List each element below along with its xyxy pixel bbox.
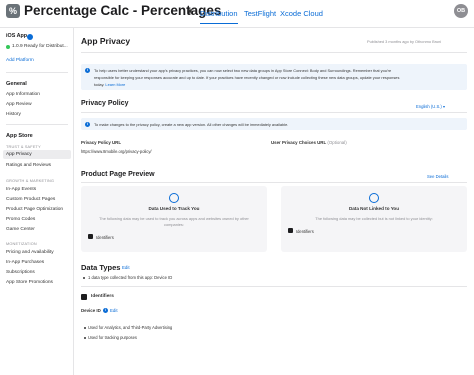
sidebar-caption-growth: GROWTH & MARKETING — [6, 179, 55, 183]
sidebar-item-custom-product-pages[interactable]: Custom Product Pages — [6, 197, 55, 202]
card-description: The following data may be collected but … — [315, 216, 433, 221]
info-icon: i — [85, 121, 90, 127]
sidebar-item-promo-codes[interactable]: Promo Codes — [6, 217, 35, 222]
chevron-down-icon[interactable] — [27, 34, 33, 40]
language-value: English (U.S.) — [416, 104, 442, 109]
top-header: % Percentage Calc - Percentages ▼ Distri… — [0, 0, 474, 28]
sidebar-item-app-information[interactable]: App Information — [6, 92, 40, 97]
tracking-icon — [169, 193, 179, 203]
see-details-link[interactable]: See Details — [427, 174, 448, 179]
divider — [6, 124, 68, 125]
sidebar-caption-monetization: MONETIZATION — [6, 242, 37, 246]
device-id-label: Device ID — [81, 308, 101, 313]
data-types-summary: 1 data type collected from this app: Dev… — [88, 275, 173, 280]
preview-card-not-linked: Data Not Linked to You The following dat… — [281, 186, 467, 252]
sidebar: iOS App 1.0.9 Ready for Distribut... Add… — [0, 28, 74, 375]
divider — [6, 72, 68, 73]
sidebar-item-history[interactable]: History — [6, 112, 21, 117]
privacy-url-label: Privacy Policy URL — [81, 140, 122, 145]
main-content: App Privacy Published 3 months ago by Ot… — [74, 28, 474, 375]
user-choices-label-text: User Privacy Choices URL — [271, 140, 327, 145]
published-note: Published 3 months ago by Othonmo Bruni — [367, 39, 442, 44]
divider — [81, 112, 467, 113]
sidebar-item-subscriptions[interactable]: Subscriptions — [6, 270, 35, 275]
preview-card-tracking: Data Used to Track You The following dat… — [81, 186, 267, 252]
status-ready-icon — [6, 45, 10, 49]
card-title: Data Not Linked to You — [348, 206, 400, 211]
learn-more-link[interactable]: Learn More — [105, 82, 125, 87]
bullet — [84, 327, 86, 329]
card-title: Data Used to Track You — [148, 206, 200, 211]
user-choices-label: User Privacy Choices URL (Optional) — [271, 140, 347, 145]
data-group-identifiers: Identifiers — [91, 294, 114, 299]
card-item: Identifiers — [296, 228, 314, 234]
sidebar-item-pricing-availability[interactable]: Pricing and Availability — [6, 250, 54, 255]
identifiers-icon — [88, 234, 93, 239]
product-page-preview-title: Product Page Preview — [81, 171, 155, 178]
chevron-down-icon[interactable]: ▼ — [186, 7, 194, 16]
tab-testflight[interactable]: TestFlight — [244, 9, 276, 18]
divider — [81, 182, 467, 183]
sidebar-item-game-center[interactable]: Game Center — [6, 227, 35, 232]
bullet — [84, 337, 86, 339]
chevron-down-icon: ▾ — [443, 104, 446, 109]
not-linked-icon — [369, 193, 379, 203]
sidebar-item-in-app-purchases[interactable]: In-App Purchases — [6, 260, 44, 265]
divider — [81, 52, 467, 53]
notice-line-3-text: today. — [94, 82, 105, 87]
data-types-title: Data Types — [81, 263, 121, 272]
device-id-edit-link[interactable]: Edit — [110, 308, 118, 313]
notice-line-1: To help users better understand your app… — [94, 68, 392, 73]
card-description: The following data may be used to track … — [99, 216, 249, 227]
notice-line-2: responsible for keeping your responses a… — [94, 75, 400, 80]
sidebar-item-ratings-reviews[interactable]: Ratings and Reviews — [6, 163, 51, 168]
sidebar-general-title: General — [6, 81, 27, 87]
language-select[interactable]: English (U.S.) ▾ — [416, 104, 445, 109]
sidebar-item-app-store-promotions[interactable]: App Store Promotions — [6, 280, 53, 285]
sidebar-caption-trust: TRUST & SAFETY — [6, 145, 41, 149]
sidebar-app-store-title: App Store — [6, 133, 33, 139]
identifiers-icon — [288, 228, 293, 233]
device-id-use-2: Used for tracking purposes — [88, 335, 137, 340]
sidebar-item-app-review[interactable]: App Review — [6, 102, 32, 107]
privacy-policy-notice: i To make changes to the privacy policy,… — [81, 118, 467, 130]
tab-distribution[interactable]: Distribution — [200, 9, 238, 24]
sidebar-item-in-app-events[interactable]: In-App Events — [6, 187, 36, 192]
tab-xcode-cloud[interactable]: Xcode Cloud — [280, 9, 323, 18]
page-title: App Privacy — [81, 36, 131, 46]
privacy-policy-title: Privacy Policy — [81, 100, 129, 107]
notice-line-3: today. Learn More — [94, 82, 125, 87]
privacy-notice: i To help users better understand your a… — [81, 64, 467, 90]
user-choices-optional: (Optional) — [327, 140, 347, 145]
card-item: Identifiers — [96, 234, 114, 240]
privacy-url-value[interactable]: https://www.8mobile.org/privacy-policy/ — [81, 149, 152, 154]
sidebar-platform[interactable]: iOS App — [6, 33, 27, 39]
divider — [81, 286, 467, 287]
privacy-policy-notice-text: To make changes to the privacy policy, c… — [94, 122, 289, 127]
bullet — [83, 277, 85, 279]
data-types-edit-link[interactable]: Edit — [122, 265, 130, 270]
info-icon[interactable]: i — [103, 308, 108, 313]
add-platform-link[interactable]: Add Platform — [6, 58, 34, 63]
avatar[interactable]: OB — [454, 4, 468, 18]
device-id-use-1: Used for Analytics, and Third-Party Adve… — [88, 325, 173, 330]
sidebar-item-app-privacy[interactable]: App Privacy — [6, 152, 32, 157]
info-icon: i — [85, 68, 90, 73]
sidebar-version-status[interactable]: 1.0.9 Ready for Distribut... — [12, 44, 68, 49]
app-icon: % — [6, 4, 20, 18]
sidebar-item-product-page-optimization[interactable]: Product Page Optimization — [6, 207, 63, 212]
identifiers-icon — [81, 294, 87, 300]
